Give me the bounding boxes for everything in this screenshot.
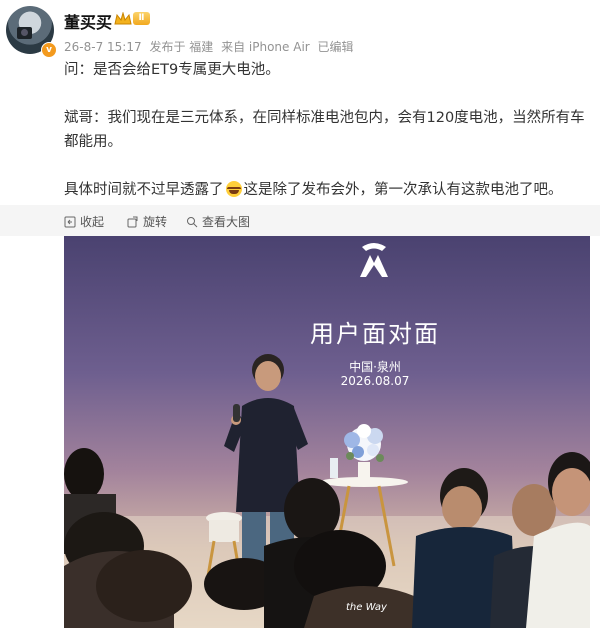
- username[interactable]: 董买买: [64, 9, 112, 33]
- camera-icon: [17, 27, 32, 39]
- event-title: 用户面对面: [310, 320, 440, 348]
- rotate-icon: [127, 216, 138, 227]
- event-place: 中国·泉州: [349, 360, 401, 374]
- collapse-button[interactable]: 收起: [64, 213, 104, 230]
- post-text: 问：是否会给ET9专属更大电池。 斌哥：我们现在是三元体系，在同样标准电池包内，…: [64, 58, 592, 202]
- collapse-icon: [64, 216, 76, 227]
- post-location: 发布于 福建: [149, 40, 214, 54]
- post-meta: 26-8-7 15:17 发布于 福建 来自 iPhone Air 已编辑: [64, 38, 358, 55]
- mug-text: the Way: [346, 602, 387, 613]
- rotate-button[interactable]: 旋转: [127, 213, 167, 230]
- post-source: 来自 iPhone Air: [221, 40, 310, 54]
- grinning-sweat-emoji-icon: [225, 181, 242, 197]
- image-toolbar: 收起 旋转 查看大图: [0, 205, 600, 236]
- comment-part-2: 这是除了发布会外，第一次承认有这款电池了吧。: [243, 182, 563, 198]
- edited-label[interactable]: 已编辑: [318, 40, 354, 54]
- post-time[interactable]: 26-8-7 15:17: [64, 40, 142, 54]
- post-photo[interactable]: 用户面对面 中国·泉州 2026.08.07 the Way: [64, 236, 590, 628]
- view-large-button[interactable]: 查看大图: [186, 213, 250, 230]
- paragraph-question: 问：是否会给ET9专属更大电池。: [64, 62, 280, 78]
- rotate-label: 旋转: [143, 215, 168, 229]
- crown-icon: [114, 12, 132, 25]
- level-badge: Ⅱ: [133, 12, 150, 25]
- paragraph-comment: 具体时间就不过早透露了 这是除了发布会外，第一次承认有这款电池了吧。: [64, 178, 592, 202]
- nio-logo-icon: [360, 243, 388, 277]
- photo-scene: [64, 354, 590, 628]
- comment-part-1: 具体时间就不过早透露了: [64, 182, 224, 198]
- collapse-label: 收起: [80, 215, 105, 229]
- magnifier-icon: [187, 216, 198, 227]
- paragraph-answer: 斌哥：我们现在是三元体系，在同样标准电池包内，会有120度电池，当然所有车都能用…: [64, 110, 585, 150]
- event-date: 2026.08.07: [340, 374, 410, 388]
- verified-badge: v: [41, 42, 57, 58]
- view-large-label: 查看大图: [202, 215, 251, 229]
